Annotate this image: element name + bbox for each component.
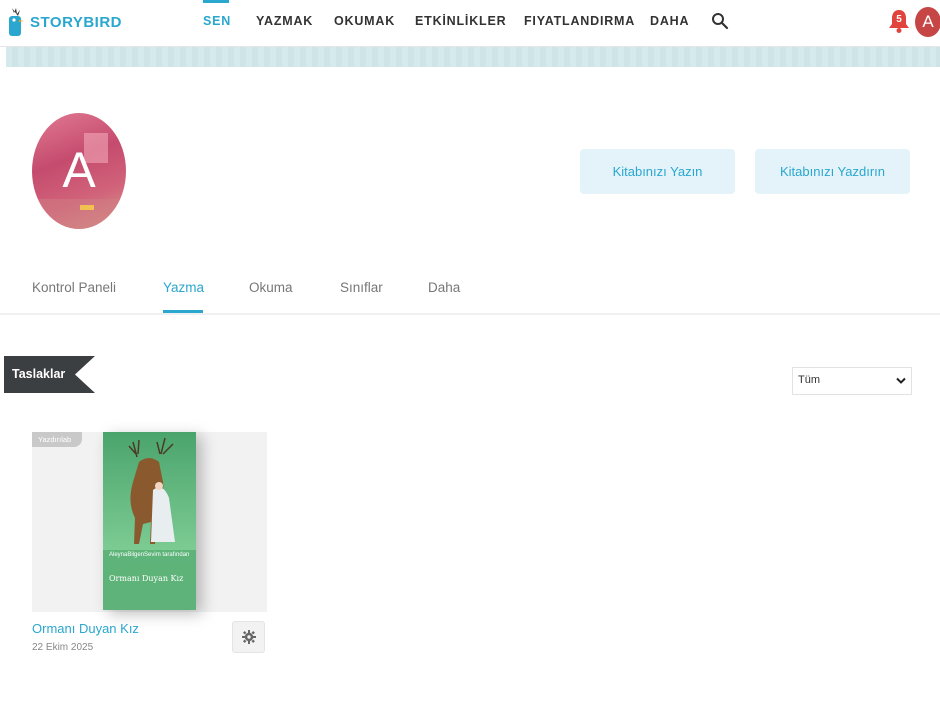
book-settings-button[interactable] xyxy=(232,621,265,653)
tab-okuma[interactable]: Okuma xyxy=(249,280,293,295)
chevron-down-icon xyxy=(896,377,906,384)
decorative-band xyxy=(6,47,940,67)
nav-item-fiyatlandirma[interactable]: FIYATLANDIRMA xyxy=(524,14,635,28)
nav-active-indicator xyxy=(203,0,229,3)
nav-item-okumak[interactable]: OKUMAK xyxy=(334,14,395,28)
user-avatar-letter: A xyxy=(922,12,934,31)
profile-avatar: A xyxy=(32,113,126,229)
notification-count: 5 xyxy=(896,14,902,25)
section-title: Taslaklar xyxy=(12,367,66,381)
search-icon[interactable] xyxy=(711,12,729,30)
gear-icon xyxy=(242,630,256,644)
tab-siniflar[interactable]: Sınıflar xyxy=(340,280,383,295)
drafts-filter-select[interactable]: Tüm xyxy=(792,367,912,395)
storybird-logo[interactable]: STORYBIRD xyxy=(6,6,122,38)
tab-daha[interactable]: Daha xyxy=(428,280,460,295)
printable-badge: Yazdırılab xyxy=(32,432,82,447)
filter-selected-value: Tüm xyxy=(798,374,820,386)
print-book-button[interactable]: Kitabınızı Yazdırın xyxy=(755,149,910,194)
section-ribbon: Taslaklar xyxy=(4,356,95,393)
bird-logo-icon xyxy=(9,8,24,36)
nav-item-daha[interactable]: DAHA xyxy=(650,14,689,28)
nav-item-sen[interactable]: SEN xyxy=(203,14,231,28)
tab-yazma[interactable]: Yazma xyxy=(163,280,204,295)
book-cover-title: Ormanı Duyan Kız xyxy=(109,574,184,583)
nav-item-yazmak[interactable]: YAZMAK xyxy=(256,14,313,28)
deer-illustration-icon xyxy=(103,432,196,550)
user-avatar[interactable]: A xyxy=(915,7,940,37)
tabs-divider xyxy=(0,313,940,315)
notification-bell-icon[interactable]: 5 xyxy=(888,8,910,34)
brand-name: STORYBIRD xyxy=(30,13,123,31)
tab-kontrol-paneli[interactable]: Kontrol Paneli xyxy=(32,280,116,295)
write-book-button[interactable]: Kitabınızı Yazın xyxy=(580,149,735,194)
book-title-link[interactable]: Ormanı Duyan Kız xyxy=(32,621,139,636)
profile-avatar-letter: A xyxy=(62,142,96,198)
top-navigation: STORYBIRD SEN YAZMAK OKUMAK ETKİNLİKLER … xyxy=(0,0,940,47)
book-cover-author: AleynaBilgenSevim tarafından xyxy=(109,552,190,558)
nav-item-etkinlikler[interactable]: ETKİNLİKLER xyxy=(415,14,506,28)
book-cover-image[interactable]: AleynaBilgenSevim tarafından Ormanı Duya… xyxy=(103,432,196,610)
tab-active-underline xyxy=(163,310,203,313)
book-date: 22 Ekim 2025 xyxy=(32,642,94,653)
